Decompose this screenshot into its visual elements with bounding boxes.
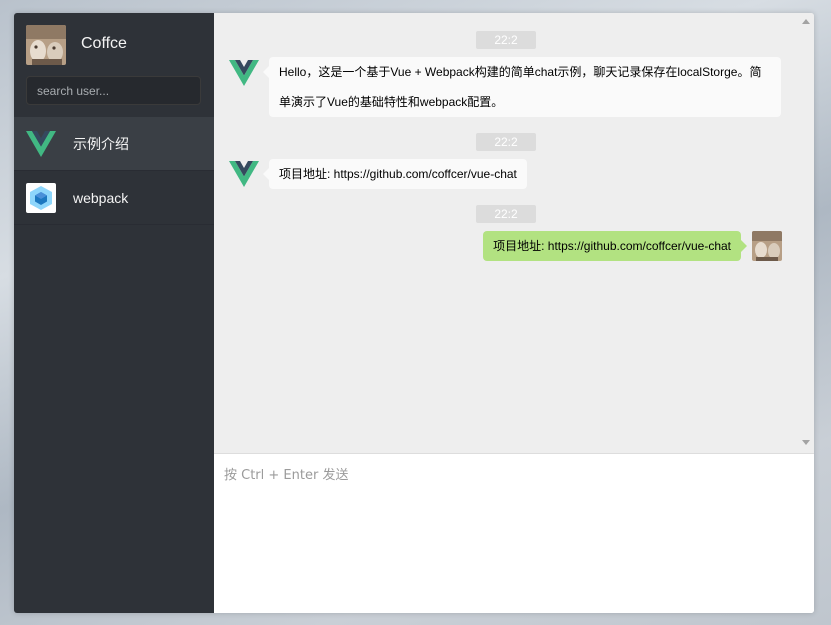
- cat-photo-icon: [26, 25, 66, 65]
- message-scrollbar[interactable]: [797, 13, 814, 453]
- session-name: 示例介绍: [73, 135, 129, 152]
- message-bubble: 项目地址: https://github.com/coffcer/vue-cha…: [263, 159, 527, 189]
- user-avatar[interactable]: [26, 25, 66, 65]
- message-text-line: Hello，这是一个基于Vue + Webpack构建的简单chat示例，聊天记…: [279, 65, 762, 79]
- message-text: 项目地址: https://github.com/coffcer/vue-cha…: [493, 239, 731, 253]
- scroll-up-icon[interactable]: [802, 19, 810, 24]
- webpack-logo-icon: [26, 182, 56, 213]
- vue-logo-icon: [229, 161, 259, 187]
- chat-main: 22:2 Hello，这是一个基于Vue + Webpack构建的简单chat示…: [214, 13, 814, 613]
- message-bubble: Hello，这是一个基于Vue + Webpack构建的简单chat示例，聊天记…: [263, 57, 781, 117]
- user-name: Coffce: [81, 35, 127, 52]
- search-user-input[interactable]: [26, 76, 201, 105]
- cat-photo-icon: [752, 231, 782, 261]
- message-time: 22:2: [476, 31, 536, 49]
- message-time: 22:2: [476, 133, 536, 151]
- session-item-webpack[interactable]: webpack: [14, 171, 214, 225]
- user-card: Coffce: [14, 13, 214, 117]
- sidebar: Coffce 示例介绍: [14, 13, 214, 613]
- scroll-down-icon[interactable]: [802, 440, 810, 445]
- session-item-intro[interactable]: 示例介绍: [14, 117, 214, 171]
- message-text-line: 单演示了Vue的基础特性和webpack配置。: [279, 95, 504, 109]
- self-avatar: [752, 231, 782, 261]
- vue-logo-icon: [229, 60, 259, 86]
- session-list: 示例介绍 webpack: [14, 117, 214, 225]
- message-time: 22:2: [476, 205, 536, 223]
- composer: [214, 453, 814, 613]
- message-input[interactable]: [214, 454, 814, 613]
- vue-logo-icon: [26, 129, 56, 159]
- chat-app-window: Coffce 示例介绍: [14, 13, 814, 613]
- session-name: webpack: [73, 189, 129, 206]
- message-list[interactable]: 22:2 Hello，这是一个基于Vue + Webpack构建的简单chat示…: [214, 13, 814, 453]
- message-bubble-self: 项目地址: https://github.com/coffcer/vue-cha…: [483, 231, 747, 261]
- message-text: 项目地址: https://github.com/coffcer/vue-cha…: [279, 167, 517, 181]
